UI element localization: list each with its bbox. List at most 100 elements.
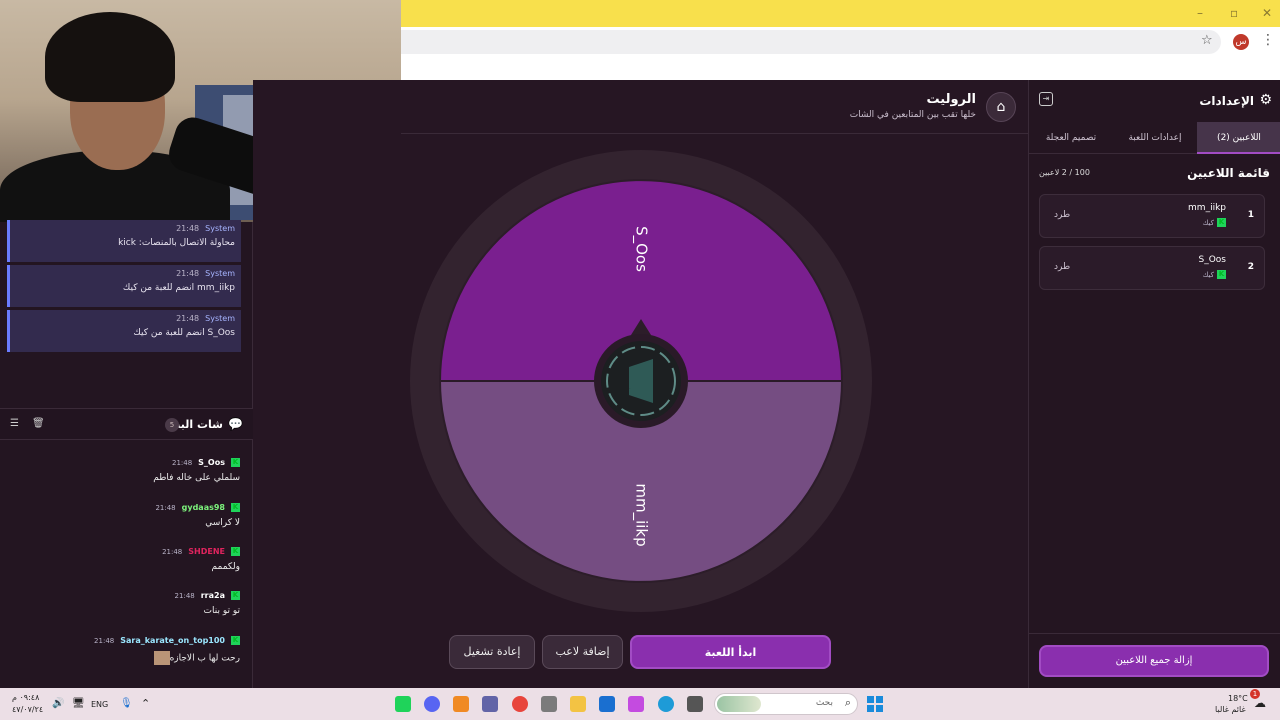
gear-icon: ⚙ xyxy=(1259,92,1272,108)
search-icon: ⌕ xyxy=(844,696,851,709)
chat-time: 21:48 xyxy=(162,547,183,556)
profile-avatar[interactable]: س xyxy=(1233,34,1249,50)
home-button[interactable]: ⌂ xyxy=(986,92,1016,122)
kick-player-button[interactable]: طرد xyxy=(1054,210,1070,220)
roulette-app: ⌂ الروليت خلها تقب بين المتابعين في الشا… xyxy=(253,80,1028,688)
chat-time: 21:48 xyxy=(171,458,193,467)
player-platform: K كيك xyxy=(1203,270,1226,279)
webcam-person-hair xyxy=(45,12,175,102)
tab-players[interactable]: اللاعبين (2) xyxy=(1197,122,1280,154)
chat-text: ولكممم xyxy=(10,562,240,572)
wheel-svg: S_Oos mm_iikp xyxy=(410,150,872,612)
search-highlight-image xyxy=(717,696,761,712)
chat-username[interactable]: SHDENE xyxy=(188,547,225,556)
app-icon-file-explorer[interactable] xyxy=(570,696,586,712)
player-platform: K كيك xyxy=(1203,218,1226,227)
kebab-menu-icon[interactable]: ⋮ xyxy=(1261,32,1275,48)
tab-game-settings[interactable]: إعدادات اللعبة xyxy=(1113,122,1197,154)
settings-title: الإعدادات xyxy=(1199,94,1254,108)
star-icon[interactable]: ☆ xyxy=(1201,33,1213,48)
chevron-up-icon[interactable]: ⌃ xyxy=(141,697,150,710)
app-icon-kick[interactable] xyxy=(395,696,411,712)
app-icon-mail[interactable] xyxy=(599,696,615,712)
settings-panel: ⚙ الإعدادات ⇥ اللاعبين (2) إعدادات اللعب… xyxy=(1028,80,1280,688)
kick-icon: K xyxy=(231,458,240,467)
align-icon[interactable]: ☰ xyxy=(10,418,19,429)
app-icon-terminal[interactable] xyxy=(687,696,703,712)
system-text: mm_iikp انضم للعبة من كيك xyxy=(122,283,235,293)
chat-time: 21:48 xyxy=(174,591,195,600)
system-time: 21:48 xyxy=(176,314,200,323)
wheel-segment-label: mm_iikp xyxy=(632,483,651,546)
app-icon-edge[interactable] xyxy=(658,696,674,712)
player-platform-label: كيك xyxy=(1202,270,1214,279)
speaker-icon[interactable]: 🔊 xyxy=(52,698,64,709)
chat-text: سلملي على خاله فاطم xyxy=(10,473,240,483)
chat-text-content: سلملي على خاله فاطم xyxy=(153,473,240,483)
collapse-panel-icon[interactable]: ⇥ xyxy=(1039,92,1053,106)
remove-all-players-button[interactable]: إزالة جميع اللاعبين xyxy=(1039,645,1269,677)
kick-player-button[interactable]: طرد xyxy=(1054,262,1070,272)
weather-temp: 18°C xyxy=(1228,694,1248,703)
app-icon-teams[interactable] xyxy=(482,696,498,712)
restart-button[interactable]: إعادة تشغيل xyxy=(449,635,535,669)
windows-start-icon[interactable] xyxy=(867,696,883,712)
app-icon-calculator[interactable] xyxy=(541,696,557,712)
taskbar-search[interactable]: بحث ⌕ xyxy=(714,693,858,715)
browser-toolbar: ☆ س ⋮ xyxy=(401,27,1280,57)
player-number: 1 xyxy=(1247,210,1254,220)
chat-username[interactable]: gydaas98 xyxy=(182,503,225,512)
windows-taskbar: ٠٩:٤٨ م ٤٧/٠٧/٢٤ 🔊 🖥 ENG 🎙 ⌃ بحث ⌕ 18°C … xyxy=(0,688,1280,720)
player-number: 2 xyxy=(1247,262,1254,272)
system-sender: System xyxy=(205,269,235,278)
chat-time: 21:48 xyxy=(155,503,176,512)
app-icon-discord[interactable] xyxy=(424,696,440,712)
app-icon-chrome[interactable] xyxy=(512,696,528,712)
chat-text-content: لا كراسي xyxy=(205,518,240,528)
language-indicator[interactable]: ENG xyxy=(91,700,108,709)
tab-wheel-design[interactable]: تصميم العجلة xyxy=(1029,122,1113,154)
chat-text-content: ولكممم xyxy=(211,562,240,572)
chat-message: Krra2a 21:48 تو تو بنات xyxy=(10,591,240,616)
add-player-button[interactable]: إضافة لاعب xyxy=(542,635,623,669)
app-header: ⌂ الروليت خلها تقب بين المتابعين في الشا… xyxy=(401,80,1028,134)
taskbar-time: ٠٩:٤٨ م xyxy=(12,693,40,702)
chat-text: رحت لها ب الاجازه xyxy=(10,651,240,665)
system-text: S_Oos انضم للعبة من كيك xyxy=(133,328,235,338)
browser-bookmarks-strip xyxy=(401,57,1280,80)
kick-icon: K xyxy=(1217,218,1226,227)
app-icon-copilot[interactable] xyxy=(628,696,644,712)
chat-message: K S_Oos 21:48 سلملي على خاله فاطم xyxy=(10,458,240,483)
maximize-icon[interactable]: ▫ xyxy=(1230,6,1238,20)
system-text: محاولة الاتصال بالمنصات: kick xyxy=(118,238,235,248)
microphone-icon[interactable]: 🎙 xyxy=(120,698,133,709)
roulette-wheel[interactable]: S_Oos mm_iikp xyxy=(409,149,873,613)
player-platform-label: كيك xyxy=(1202,218,1214,227)
kick-icon: K xyxy=(1217,270,1226,279)
chat-username[interactable]: Sara_karate_on_top100 xyxy=(120,636,225,645)
network-icon[interactable]: 🖥 xyxy=(72,698,85,709)
trash-icon[interactable]: 🗑 xyxy=(32,418,45,429)
system-message: System 21:48 mm_iikp انضم للعبة من كيك xyxy=(7,265,241,307)
page-subtitle: خلها تقب بين المتابعين في الشات xyxy=(849,110,976,120)
weather-text: غائم غالبا xyxy=(1215,705,1246,714)
address-bar[interactable] xyxy=(401,30,1221,54)
chat-username[interactable]: S_Oos xyxy=(198,458,225,467)
player-card: 2 S_Oos K كيك طرد xyxy=(1039,246,1265,290)
chat-username[interactable]: rra2a xyxy=(201,591,225,600)
kick-icon: K xyxy=(231,503,240,512)
chat-count-badge: 5 xyxy=(165,418,179,432)
system-message: System 21:48 S_Oos انضم للعبة من كيك xyxy=(7,310,241,352)
start-game-button[interactable]: ابدأ اللعبة xyxy=(630,635,831,669)
system-sender: System xyxy=(205,314,235,323)
player-name: S_Oos xyxy=(1198,255,1227,265)
kick-icon: K xyxy=(231,636,240,645)
player-card: 1 mm_iikp K كيك طرد xyxy=(1039,194,1265,238)
system-time: 21:48 xyxy=(176,224,200,233)
kick-icon: K xyxy=(231,547,240,556)
search-placeholder: بحث xyxy=(815,698,833,708)
app-icon-vlc[interactable] xyxy=(453,696,469,712)
close-icon[interactable]: ✕ xyxy=(1262,6,1272,20)
settings-tabs: اللاعبين (2) إعدادات اللعبة تصميم العجلة xyxy=(1029,122,1280,154)
minimize-icon[interactable]: – xyxy=(1197,6,1203,20)
